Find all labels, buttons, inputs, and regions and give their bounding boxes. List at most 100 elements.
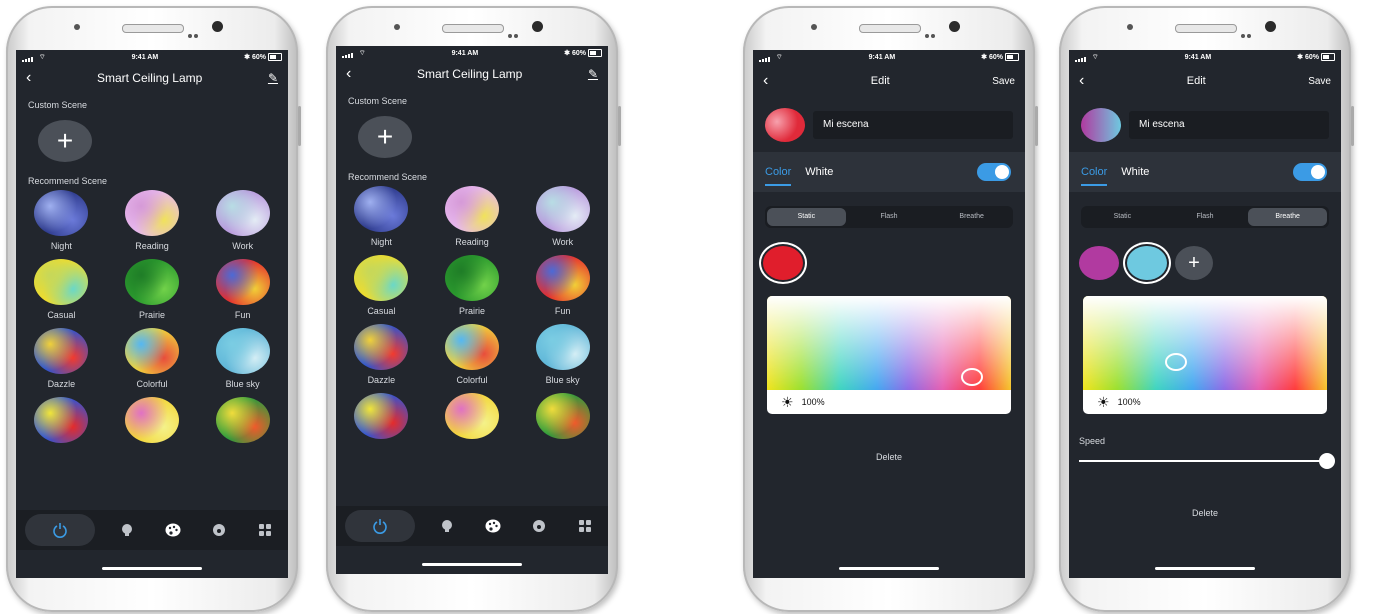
scene-orb[interactable] [354,186,409,232]
speed-slider[interactable] [1079,453,1335,469]
scene-item[interactable]: Prairie [107,259,198,322]
delete-button[interactable]: Delete [1069,508,1341,518]
scene-orb[interactable] [535,324,590,370]
scene-item[interactable]: Dazzle [16,328,107,391]
scene-orb[interactable] [34,397,89,443]
signal-icon: ⌔ [1075,53,1099,62]
add-scene-button[interactable]: + [38,120,92,162]
scene-item[interactable]: Casual [336,255,427,318]
mode-option-static[interactable]: Static [767,208,846,226]
scene-item[interactable]: Blue sky [197,328,288,391]
brightness-row[interactable]: ☀ 100% [1083,390,1327,414]
scene-name-input[interactable]: Mi escena [813,111,1013,139]
light-toggle[interactable] [977,163,1011,181]
scene-orb[interactable] [124,397,179,443]
save-button[interactable]: Save [1308,76,1331,87]
save-button[interactable]: Save [992,76,1015,87]
scene-orb[interactable] [215,397,270,443]
light-tab[interactable] [433,512,461,540]
scene-orb[interactable] [354,324,409,370]
scene-orb[interactable] [444,186,499,232]
scene-orb[interactable] [444,255,499,301]
scene-item[interactable] [197,397,288,460]
scene-orb[interactable] [354,255,409,301]
scene-label: Dazzle [367,375,396,385]
brightness-row[interactable]: ☀ 100% [767,390,1011,414]
color-spectrum[interactable] [1083,296,1327,390]
scene-orb[interactable] [124,259,179,305]
scene-item[interactable]: Work [517,186,608,249]
scene-item[interactable]: Night [336,186,427,249]
scene-orb[interactable] [535,393,590,439]
battery-icon [587,49,602,58]
tab-white[interactable]: White [805,166,833,178]
light-toggle[interactable] [1293,163,1327,181]
power-tab[interactable] [25,514,95,546]
edit-icon[interactable]: ✎ [268,71,278,85]
tab-white[interactable]: White [1121,166,1149,178]
scene-item[interactable]: Reading [427,186,518,249]
scene-tab[interactable] [159,516,187,544]
scene-orb[interactable] [354,393,409,439]
status-time: 9:41 AM [868,53,896,61]
scene-item[interactable] [107,397,198,460]
color-picker[interactable]: ☀ 100% [1083,296,1327,414]
scene-item[interactable]: Reading [107,190,198,253]
scene-item[interactable] [427,393,518,456]
tab-color[interactable]: Color [1081,166,1108,186]
scene-orb[interactable] [124,190,179,236]
add-scene-button[interactable]: + [358,116,412,158]
speaker-dots [1241,25,1255,38]
power-tab[interactable] [345,510,415,542]
color-picker-knob[interactable] [961,368,983,386]
more-tab[interactable] [251,516,279,544]
scene-orb[interactable] [34,328,89,374]
scene-item[interactable]: Prairie [427,255,518,318]
scene-item[interactable] [336,393,427,456]
scene-orb[interactable] [444,324,499,370]
scene-list-screen: ⌔ 9:41 AM ✱ 60% ‹ Smart Ceiling Lamp ✎ C… [16,50,288,578]
scene-orb[interactable] [215,190,270,236]
tab-color[interactable]: Color [765,166,792,186]
scene-item[interactable]: Casual [16,259,107,322]
light-tab[interactable] [113,516,141,544]
music-tab[interactable] [205,516,233,544]
scene-grid: Night Reading Work Casual Prairie Fun Dazzle Co… [16,190,288,460]
scene-orb[interactable] [124,328,179,374]
scene-item[interactable] [517,393,608,456]
scene-item[interactable]: Colorful [107,328,198,391]
edit-icon[interactable]: ✎ [588,67,598,81]
scene-item[interactable]: Fun [197,259,288,322]
scene-tab[interactable] [479,512,507,540]
scene-orb[interactable] [215,328,270,374]
color-picker[interactable]: ☀ 100% [767,296,1011,414]
mode-option-flash[interactable]: Flash [850,208,929,226]
scene-name-input[interactable]: Mi escena [1129,111,1329,139]
scene-item[interactable]: Dazzle [336,324,427,387]
color-swatch[interactable] [1079,246,1119,280]
scene-item[interactable] [16,397,107,460]
mode-option-breathe[interactable]: Breathe [1248,208,1328,226]
mode-option-flash[interactable]: Flash [1166,208,1245,226]
color-swatch-selected[interactable] [763,246,803,280]
scene-item[interactable]: Blue sky [517,324,608,387]
scene-item[interactable]: Work [197,190,288,253]
music-tab[interactable] [525,512,553,540]
mode-option-breathe[interactable]: Breathe [932,208,1011,226]
scene-orb[interactable] [535,255,590,301]
mode-option-static[interactable]: Static [1083,208,1162,226]
more-tab[interactable] [571,512,599,540]
scene-item[interactable]: Fun [517,255,608,318]
earpiece-speaker [122,24,184,33]
scene-orb[interactable] [34,190,89,236]
scene-item[interactable]: Colorful [427,324,518,387]
scene-orb[interactable] [444,393,499,439]
add-color-button[interactable]: + [1175,246,1213,280]
scene-item[interactable]: Night [16,190,107,253]
color-picker-knob[interactable] [1165,353,1187,371]
color-swatch-selected[interactable] [1127,246,1167,280]
scene-orb[interactable] [34,259,89,305]
delete-button[interactable]: Delete [753,452,1025,462]
scene-orb[interactable] [215,259,270,305]
scene-orb[interactable] [535,186,590,232]
